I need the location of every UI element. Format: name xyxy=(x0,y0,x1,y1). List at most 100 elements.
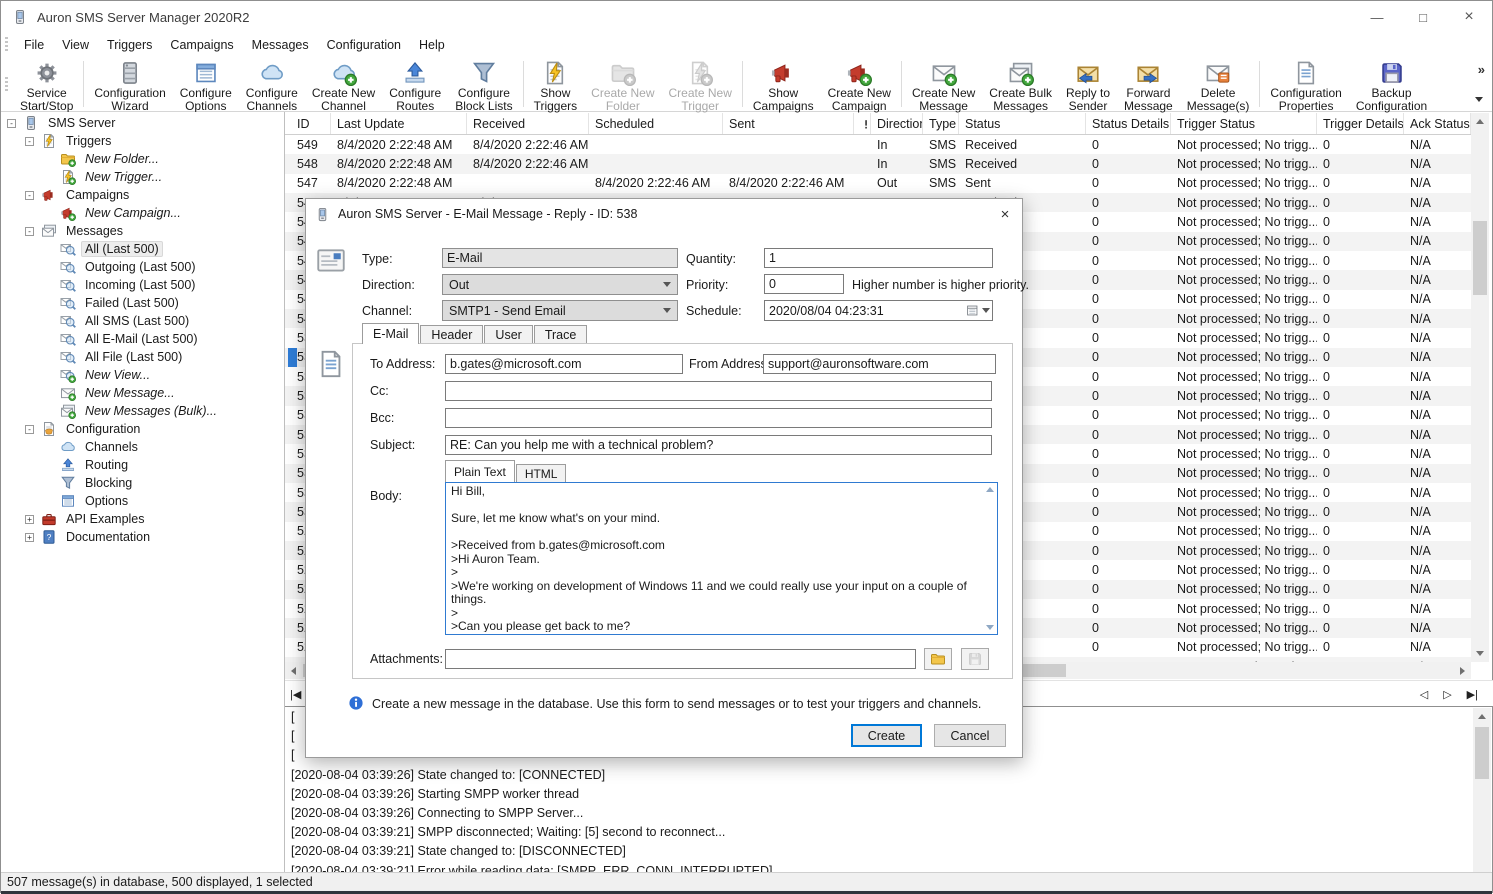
tree-item-sms-server[interactable]: -SMS Server xyxy=(1,114,284,132)
menu-grip[interactable] xyxy=(5,37,8,51)
tab-user[interactable]: User xyxy=(484,325,532,344)
collapse-icon[interactable]: - xyxy=(25,425,34,434)
service-start-stop-button[interactable]: ServiceStart/Stop xyxy=(13,58,80,110)
to-address-field[interactable] xyxy=(445,354,683,374)
direction-select[interactable]: Out xyxy=(442,274,678,295)
maximize-button[interactable]: □ xyxy=(1400,1,1446,33)
browse-attachment-button[interactable] xyxy=(924,648,952,670)
tree-item-new-folder[interactable]: New Folder... xyxy=(1,150,284,168)
close-button[interactable]: × xyxy=(1446,1,1492,33)
column-header-last-update[interactable]: Last Update xyxy=(331,113,467,134)
tab-header[interactable]: Header xyxy=(420,325,483,344)
menu-file[interactable]: File xyxy=(15,35,53,55)
tree-item-new-campaign[interactable]: New Campaign... xyxy=(1,204,284,222)
last-page-icon[interactable]: ▶| xyxy=(1467,688,1478,701)
toolbar-grip[interactable] xyxy=(5,77,8,91)
tree-item-campaigns[interactable]: -Campaigns xyxy=(1,186,284,204)
tree-item-new-view[interactable]: New View... xyxy=(1,366,284,384)
column-header-sent[interactable]: Sent xyxy=(723,113,854,134)
log-vscroll-thumb[interactable] xyxy=(1475,727,1489,779)
tree-item-configuration[interactable]: -Configuration xyxy=(1,420,284,438)
menu-campaigns[interactable]: Campaigns xyxy=(161,35,242,55)
configure-options-button[interactable]: ConfigureOptions xyxy=(173,58,239,110)
collapse-icon[interactable]: - xyxy=(25,191,34,200)
body-text[interactable]: Hi Bill, Sure, let me know what's on you… xyxy=(451,485,981,632)
subject-field[interactable] xyxy=(445,435,992,455)
expand-icon[interactable]: + xyxy=(25,533,34,542)
forward-message-button[interactable]: ForwardMessage xyxy=(1117,58,1180,110)
reply-to-sender-button[interactable]: Reply toSender xyxy=(1059,58,1117,110)
column-header-ack-status[interactable]: Ack Status xyxy=(1404,113,1471,134)
body-tab-html[interactable]: HTML xyxy=(516,464,567,482)
tree-item-messages[interactable]: -Messages xyxy=(1,222,284,240)
create-new-channel-button[interactable]: Create NewChannel xyxy=(305,58,382,110)
tab-trace[interactable]: Trace xyxy=(534,325,588,344)
tree-item-new-trigger[interactable]: New Trigger... xyxy=(1,168,284,186)
tree-item-options[interactable]: Options xyxy=(1,492,284,510)
column-header-received[interactable]: Received xyxy=(467,113,589,134)
configuration-wizard-button[interactable]: ConfigurationWizard xyxy=(87,58,172,110)
tree-item-api-examples[interactable]: +API Examples xyxy=(1,510,284,528)
menu-triggers[interactable]: Triggers xyxy=(98,35,161,55)
bcc-field[interactable] xyxy=(445,408,992,428)
body-editor[interactable]: Hi Bill, Sure, let me know what's on you… xyxy=(445,482,998,635)
column-header-trigger-details[interactable]: Trigger Details xyxy=(1317,113,1404,134)
minimize-button[interactable]: — xyxy=(1354,1,1400,33)
column-header-status[interactable]: Status xyxy=(959,113,1086,134)
configure-channels-button[interactable]: ConfigureChannels xyxy=(239,58,305,110)
column-header-id[interactable]: ID xyxy=(285,113,331,134)
delete-message-s-button[interactable]: DeleteMessage(s) xyxy=(1180,58,1257,110)
table-row-548[interactable]: 5488/4/2020 2:22:48 AM8/4/2020 2:22:46 A… xyxy=(285,154,1471,173)
column-header-type[interactable]: Type xyxy=(923,113,959,134)
scroll-down-icon[interactable] xyxy=(986,625,994,630)
column-header-trigger-status[interactable]: Trigger Status xyxy=(1171,113,1317,134)
column-header-status-details[interactable]: Status Details xyxy=(1086,113,1171,134)
tree-item-incoming-last-500[interactable]: Incoming (Last 500) xyxy=(1,276,284,294)
expand-icon[interactable]: + xyxy=(25,515,34,524)
scroll-left-icon[interactable] xyxy=(285,662,302,679)
priority-field[interactable] xyxy=(764,274,844,294)
configuration-properties-button[interactable]: ConfigurationProperties xyxy=(1263,58,1348,110)
channel-select[interactable]: SMTP1 - Send Email xyxy=(442,300,678,321)
table-row-547[interactable]: 5478/4/2020 2:22:48 AM8/4/2020 2:22:46 A… xyxy=(285,174,1471,193)
schedule-field[interactable]: 2020/08/04 04:23:31 xyxy=(764,300,993,321)
create-bulk-messages-button[interactable]: Create BulkMessages xyxy=(982,58,1059,110)
create-new-campaign-button[interactable]: Create NewCampaign xyxy=(821,58,898,110)
backup-configuration-button[interactable]: BackupConfiguration xyxy=(1349,58,1434,110)
toolbar-overflow-chevron-icon[interactable]: » xyxy=(1478,62,1485,77)
column-header-direction[interactable]: Direction xyxy=(871,113,923,134)
configure-routes-button[interactable]: ConfigureRoutes xyxy=(382,58,448,110)
quantity-field[interactable] xyxy=(764,248,993,268)
tree-item-blocking[interactable]: Blocking xyxy=(1,474,284,492)
collapse-icon[interactable]: - xyxy=(7,119,16,128)
cancel-button[interactable]: Cancel xyxy=(934,724,1006,747)
tree-item-channels[interactable]: Channels xyxy=(1,438,284,456)
tree-item-all-file-last-500[interactable]: All File (Last 500) xyxy=(1,348,284,366)
next-page-icon[interactable]: ▷ xyxy=(1443,688,1451,701)
body-tab-plain-text[interactable]: Plain Text xyxy=(445,460,515,482)
show-triggers-button[interactable]: ShowTriggers xyxy=(527,58,585,110)
tree-item-new-messages-bulk[interactable]: New Messages (Bulk)... xyxy=(1,402,284,420)
table-vscroll-thumb[interactable] xyxy=(1473,221,1487,295)
tree-item-new-message[interactable]: New Message... xyxy=(1,384,284,402)
menu-messages[interactable]: Messages xyxy=(243,35,318,55)
cc-field[interactable] xyxy=(445,381,992,401)
scroll-up-icon[interactable] xyxy=(1473,708,1490,725)
tree-item-triggers[interactable]: -Triggers xyxy=(1,132,284,150)
chevron-down-icon[interactable] xyxy=(982,308,990,313)
table-vertical-scrollbar[interactable] xyxy=(1471,113,1489,662)
collapse-icon[interactable]: - xyxy=(25,227,34,236)
dialog-close-icon[interactable]: × xyxy=(990,201,1020,227)
configure-block-lists-button[interactable]: ConfigureBlock Lists xyxy=(448,58,519,110)
attachments-field[interactable] xyxy=(445,649,916,669)
tab-e-mail[interactable]: E-Mail xyxy=(362,323,419,344)
tree-item-all-last-500[interactable]: All (Last 500) xyxy=(1,240,284,258)
column-header-scheduled[interactable]: Scheduled xyxy=(589,113,723,134)
menu-view[interactable]: View xyxy=(53,35,98,55)
tree-item-all-e-mail-last-500[interactable]: All E-Mail (Last 500) xyxy=(1,330,284,348)
previous-page-icon[interactable]: ◁ xyxy=(1420,688,1428,701)
calendar-icon[interactable] xyxy=(966,304,979,317)
tree-item-routing[interactable]: Routing xyxy=(1,456,284,474)
create-new-message-button[interactable]: Create NewMessage xyxy=(905,58,982,110)
menu-configuration[interactable]: Configuration xyxy=(318,35,410,55)
